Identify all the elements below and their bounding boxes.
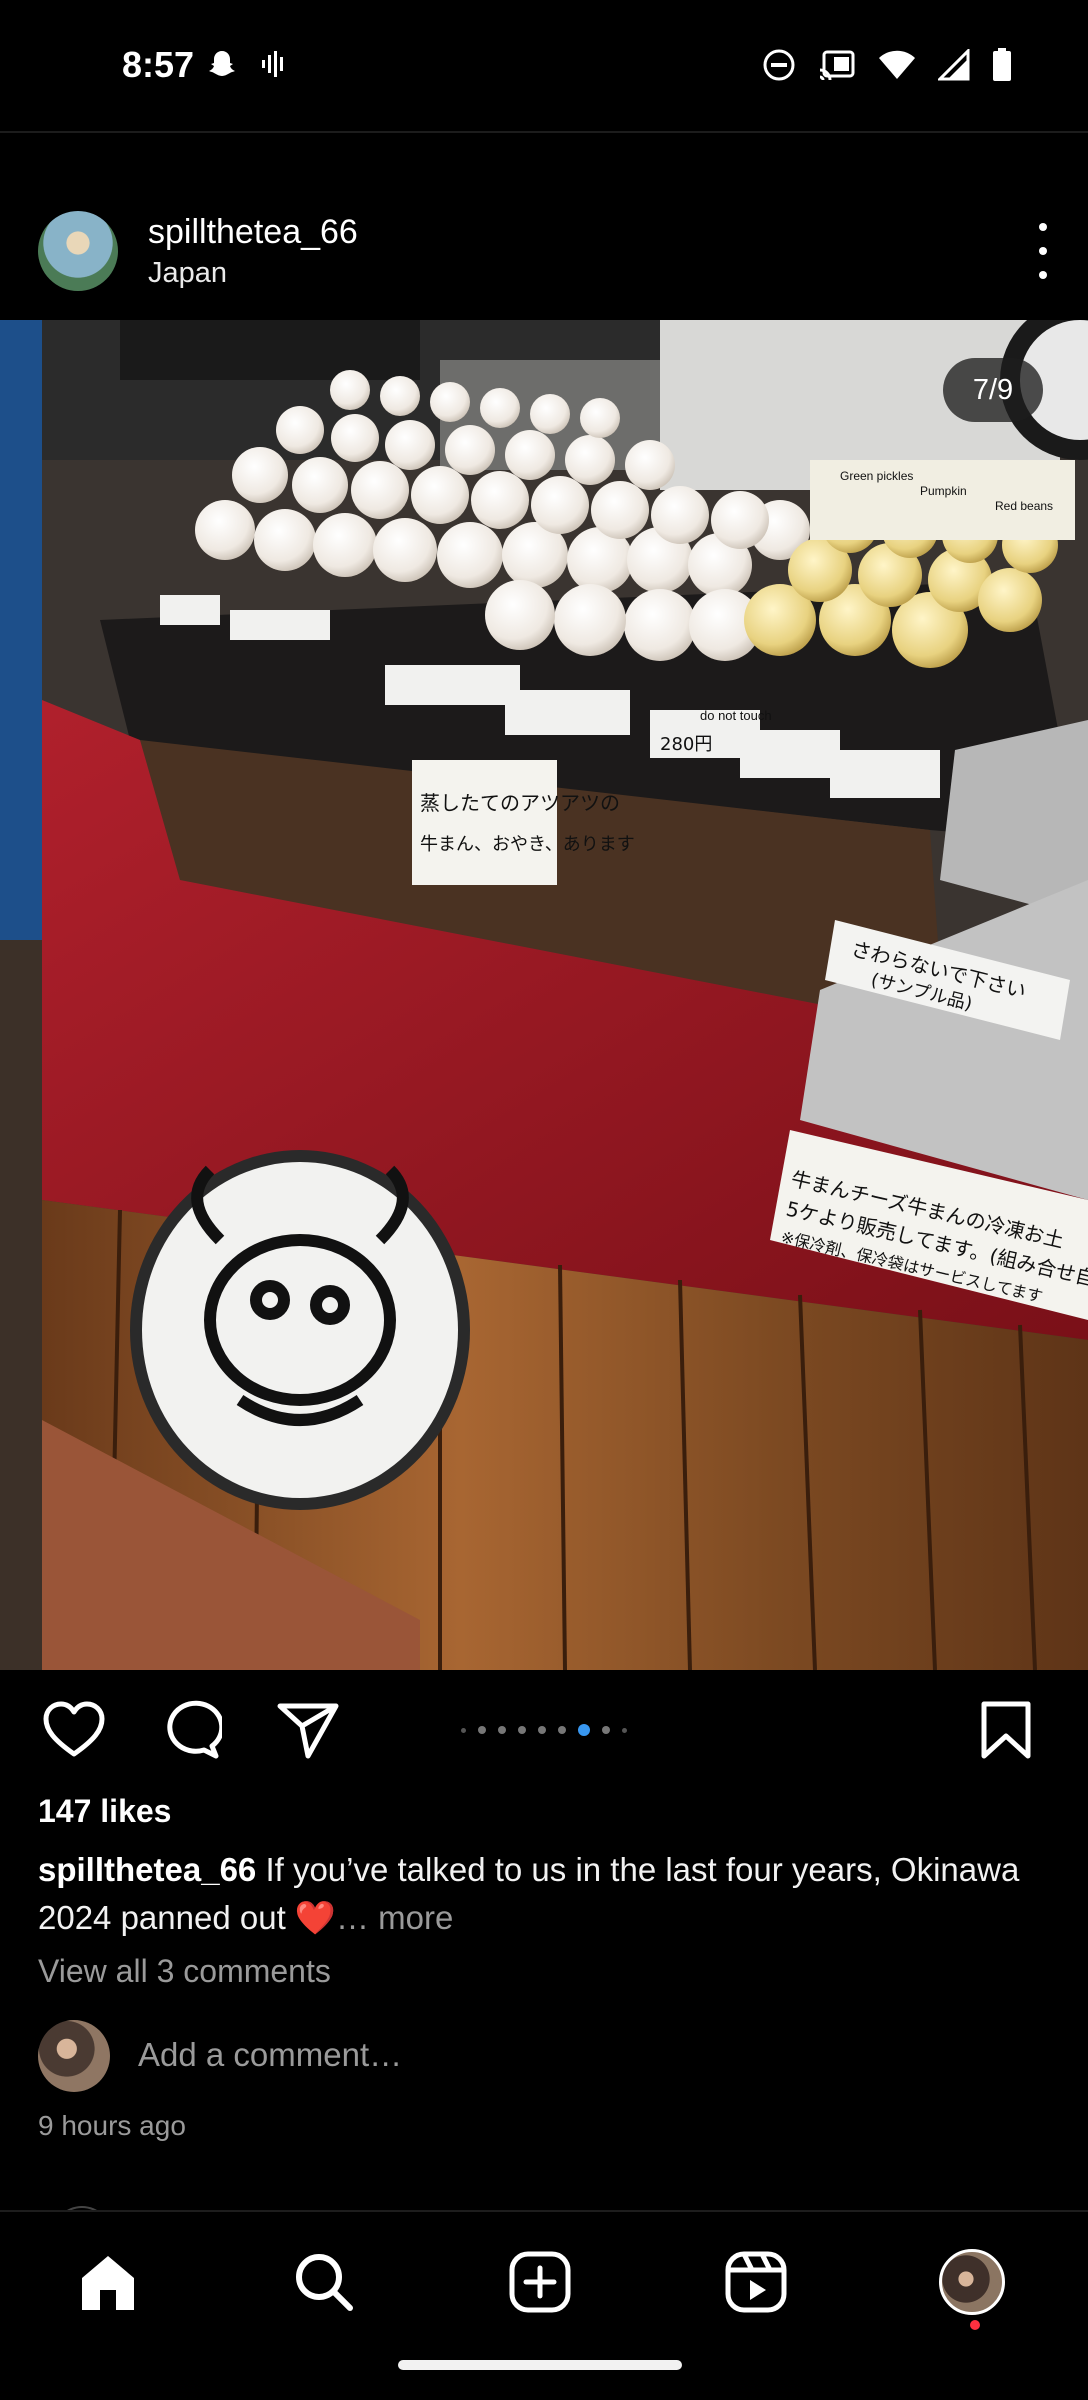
post-photo[interactable]: Green pickles Pumpkin Red beans do not t… (0, 320, 1088, 1670)
home-icon[interactable] (68, 2242, 148, 2322)
svg-text:do not touch: do not touch (700, 708, 772, 723)
home-indicator[interactable] (398, 2360, 682, 2370)
post-username[interactable]: spillthetea_66 (148, 213, 358, 252)
notification-dot (970, 2320, 980, 2330)
image-counter-badge: 7/9 (943, 358, 1043, 422)
post-caption: spillthetea_66 If you’ve talked to us in… (38, 1846, 1038, 1942)
battery-icon (992, 48, 1012, 87)
svg-text:牛まん、おやき、あります: 牛まん、おやき、あります (420, 834, 635, 855)
svg-text:蒸したてのアツアツの: 蒸したてのアツアツの (420, 791, 620, 815)
carousel-dot (602, 1726, 610, 1734)
carousel-dot (461, 1727, 466, 1733)
reels-icon[interactable] (716, 2242, 796, 2322)
svg-text:280円: 280円 (660, 734, 712, 755)
carousel-dot-active (578, 1724, 590, 1736)
cast-icon (818, 49, 856, 86)
carousel-dot (518, 1726, 526, 1734)
svg-text:Green pickles: Green pickles (840, 469, 913, 483)
user-avatar[interactable] (38, 211, 118, 291)
voicemail-icon (260, 48, 288, 85)
carousel-dot (622, 1727, 627, 1733)
signal-icon (936, 47, 970, 86)
snapchat-icon (206, 48, 238, 85)
add-comment-input[interactable]: Add a comment… (138, 2036, 402, 2074)
post-location[interactable]: Japan (148, 257, 227, 290)
status-divider (0, 131, 1088, 133)
status-right-icons (762, 47, 1012, 87)
post-timestamp: 9 hours ago (38, 2110, 186, 2141)
post-header: spillthetea_66 Japan (0, 205, 1088, 305)
shop-counter-photo: Green pickles Pumpkin Red beans do not t… (0, 320, 1088, 1670)
search-icon[interactable] (284, 2242, 364, 2322)
carousel-dot (498, 1726, 506, 1734)
carousel-dot (538, 1726, 546, 1734)
add-comment-row: Add a comment… (0, 2020, 1088, 2094)
profile-avatar[interactable] (932, 2242, 1012, 2322)
post-actions (0, 1700, 1088, 1760)
status-left-icons (206, 48, 288, 85)
caption-username[interactable]: spillthetea_66 (38, 1851, 256, 1888)
wifi-icon (878, 49, 916, 86)
svg-text:Red beans: Red beans (995, 499, 1053, 513)
save-bookmark-icon[interactable] (980, 1700, 1032, 1765)
carousel-dot (558, 1726, 566, 1734)
view-all-comments-link[interactable]: View all 3 comments (38, 1953, 331, 1990)
status-time: 8:57 (122, 44, 195, 85)
create-post-icon[interactable] (500, 2242, 580, 2322)
carousel-dots (0, 1724, 1088, 1736)
svg-text:Pumpkin: Pumpkin (920, 484, 967, 498)
profile-avatar-image (939, 2249, 1005, 2315)
more-options-icon[interactable] (1028, 223, 1058, 279)
my-avatar (38, 2020, 110, 2092)
bottom-navigation (0, 2210, 1088, 2400)
likes-count[interactable]: 147 likes (38, 1793, 171, 1830)
status-bar: 8:57 (0, 0, 1088, 132)
dnd-icon (762, 48, 796, 87)
caption-more-link[interactable]: … more (336, 1899, 453, 1936)
carousel-dot (478, 1726, 486, 1734)
